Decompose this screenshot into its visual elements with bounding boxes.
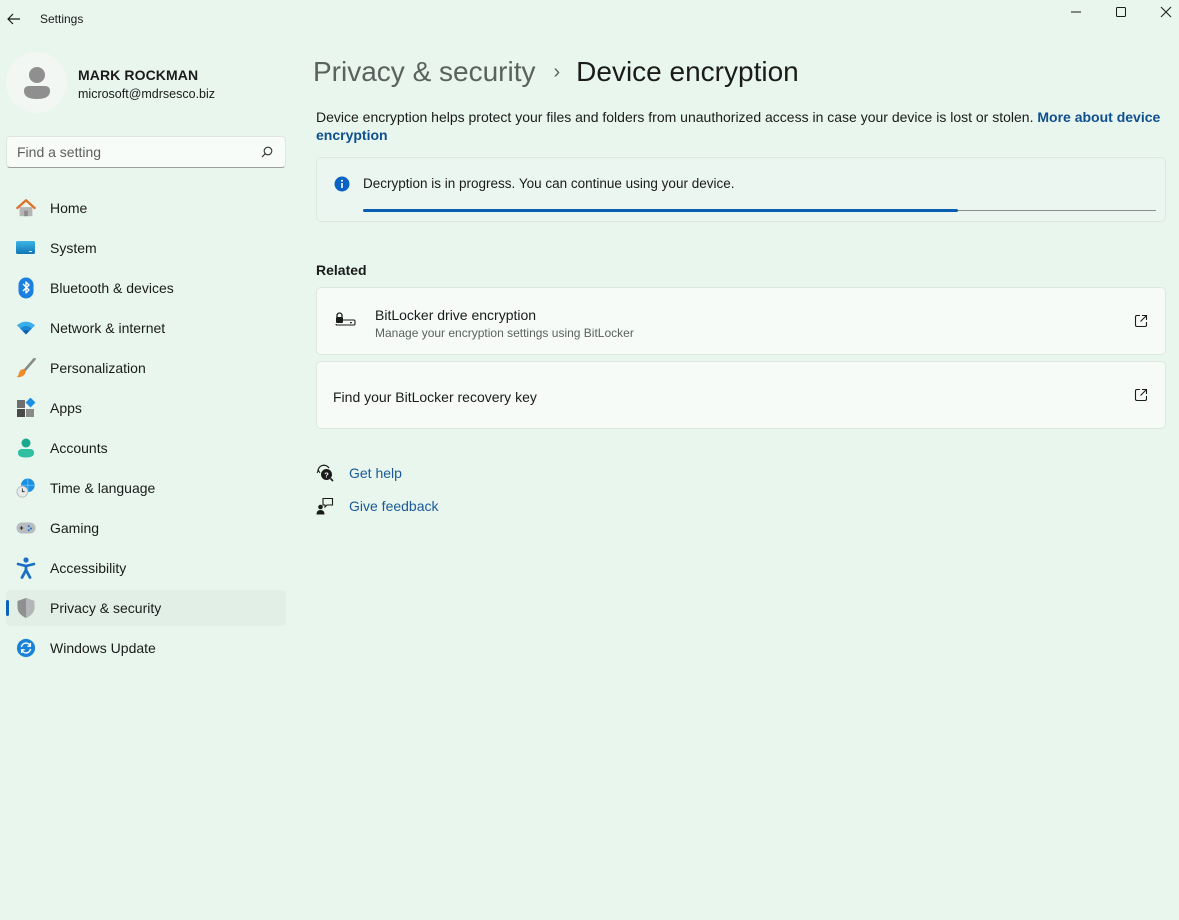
apps-icon — [16, 398, 36, 418]
user-profile[interactable]: MARK ROCKMAN microsoft@mdrsesco.biz — [6, 52, 296, 113]
decryption-progress-bar — [363, 209, 1156, 212]
maximize-button[interactable] — [1098, 0, 1144, 24]
sidebar-item-network[interactable]: Network & internet — [6, 310, 286, 346]
get-help-icon: ? — [316, 464, 334, 482]
close-icon — [1160, 6, 1172, 18]
svg-text:?: ? — [324, 470, 329, 479]
info-icon — [334, 176, 350, 192]
related-section-title: Related — [316, 262, 367, 278]
page-title: Device encryption — [576, 56, 799, 87]
sidebar-item-time-language[interactable]: Time & language — [6, 470, 286, 506]
sidebar-item-accessibility[interactable]: Accessibility — [6, 550, 286, 586]
close-button[interactable] — [1143, 0, 1179, 24]
update-icon — [16, 638, 36, 658]
find-recovery-key-link[interactable]: Find your BitLocker recovery key — [316, 361, 1166, 429]
sidebar-item-label: System — [50, 240, 97, 256]
sidebar-item-label: Home — [50, 200, 88, 216]
sidebar-item-label: Windows Update — [50, 640, 156, 656]
sidebar-item-label: Accessibility — [50, 560, 127, 576]
get-help-label: Get help — [349, 465, 402, 481]
sidebar-item-windows-update[interactable]: Windows Update — [6, 630, 286, 666]
sidebar-item-personalization[interactable]: Personalization — [6, 350, 286, 386]
person-icon — [23, 66, 50, 99]
card-subtitle: Manage your encryption settings using Bi… — [375, 326, 634, 340]
sidebar-item-privacy-security[interactable]: Privacy & security — [6, 590, 286, 626]
breadcrumb-parent-link[interactable]: Privacy & security — [313, 56, 536, 88]
open-external-icon — [1134, 388, 1148, 402]
search-input[interactable] — [17, 144, 247, 160]
avatar — [6, 52, 67, 113]
back-button[interactable] — [6, 9, 24, 29]
description-text: Device encryption helps protect your fil… — [316, 109, 1038, 125]
search-box[interactable] — [6, 136, 286, 168]
sidebar-item-system[interactable]: System — [6, 230, 286, 266]
sidebar-item-label: Network & internet — [50, 320, 166, 336]
search-icon[interactable] — [261, 146, 273, 158]
minimize-button[interactable] — [1053, 0, 1099, 24]
user-name: MARK ROCKMAN — [78, 67, 199, 83]
sidebar-item-label: Apps — [50, 400, 82, 416]
sidebar-item-apps[interactable]: Apps — [6, 390, 286, 426]
accessibility-icon — [16, 557, 36, 579]
minimize-icon — [1071, 11, 1081, 13]
decryption-status-card: Decryption is in progress. You can conti… — [316, 157, 1166, 222]
sidebar-item-label: Gaming — [50, 520, 100, 536]
selected-indicator — [6, 600, 9, 616]
sidebar-item-label: Time & language — [50, 480, 156, 496]
sidebar-item-label: Privacy & security — [50, 600, 162, 616]
app-title: Settings — [40, 12, 84, 26]
sidebar-item-home[interactable]: Home — [6, 190, 286, 226]
card-title: Find your BitLocker recovery key — [333, 389, 537, 405]
accounts-icon — [16, 438, 36, 458]
user-email: microsoft@mdrsesco.biz — [78, 87, 216, 101]
open-external-icon — [1134, 314, 1148, 328]
globe-clock-icon — [16, 478, 36, 498]
back-arrow-icon — [7, 13, 20, 25]
page-description: Device encryption helps protect your fil… — [316, 108, 1166, 144]
bitlocker-drive-icon — [335, 312, 356, 326]
bitlocker-drive-encryption-link[interactable]: BitLocker drive encryption Manage your e… — [316, 287, 1166, 355]
sidebar-item-label: Personalization — [50, 360, 146, 376]
status-message: Decryption is in progress. You can conti… — [363, 176, 735, 191]
gamepad-icon — [16, 518, 36, 538]
home-icon — [16, 198, 36, 218]
give-feedback-link[interactable]: Give feedback — [316, 496, 439, 516]
get-help-link[interactable]: ? Get help — [316, 463, 402, 483]
maximize-icon — [1116, 7, 1126, 17]
sidebar-item-bluetooth[interactable]: Bluetooth & devices — [6, 270, 286, 306]
sidebar-item-accounts[interactable]: Accounts — [6, 430, 286, 466]
give-feedback-label: Give feedback — [349, 498, 439, 514]
sidebar-item-label: Accounts — [50, 440, 108, 456]
title-bar: Settings — [0, 0, 1179, 40]
paintbrush-icon — [16, 358, 36, 378]
bluetooth-icon — [16, 277, 36, 299]
sidebar-nav: Home System Bluetooth & devices Network … — [6, 190, 286, 670]
sidebar-item-label: Bluetooth & devices — [50, 280, 174, 296]
sidebar-item-gaming[interactable]: Gaming — [6, 510, 286, 546]
breadcrumb-separator: › — [553, 60, 561, 83]
feedback-icon — [316, 497, 334, 515]
progress-fill — [363, 209, 958, 212]
wifi-icon — [16, 318, 36, 338]
system-display-icon — [16, 238, 36, 258]
shield-icon — [16, 598, 36, 618]
breadcrumb: Privacy & security › Device encryption — [313, 50, 799, 94]
card-title: BitLocker drive encryption — [375, 307, 537, 323]
